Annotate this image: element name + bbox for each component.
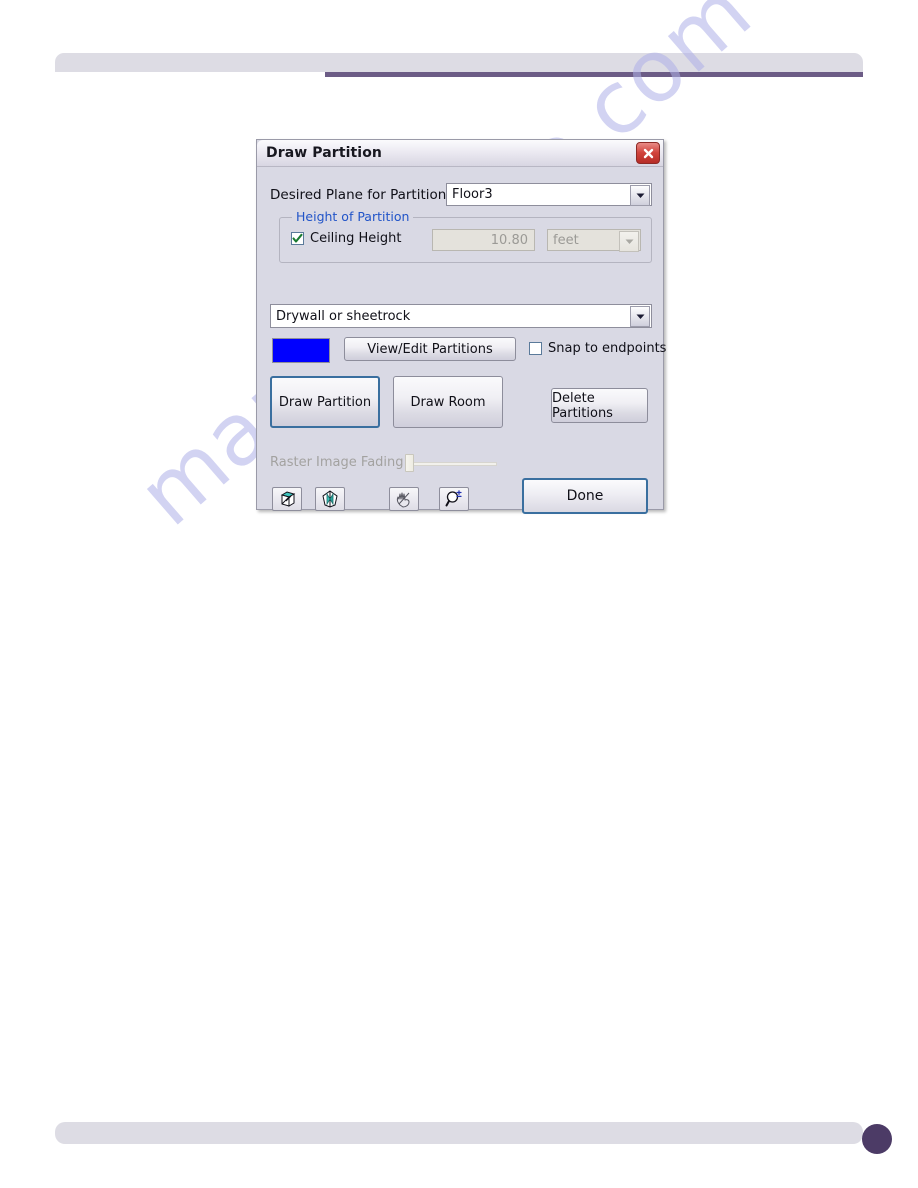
draw-partition-label: Draw Partition (278, 394, 372, 410)
pan-hand-icon (396, 492, 410, 508)
check-mark-icon (292, 233, 303, 243)
draw-partition-button[interactable]: Draw Partition (270, 376, 380, 428)
delete-partitions-button[interactable]: Delete Partitions (551, 388, 648, 423)
ceiling-height-label: Ceiling Height (310, 231, 402, 246)
view-3d-isometric-button[interactable] (272, 487, 302, 511)
dialog-body: Desired Plane for Partitions: Floor3 Hei… (257, 167, 666, 514)
desired-plane-label: Desired Plane for Partitions: (270, 187, 458, 203)
draw-partition-dialog: Draw Partition Desired Plane for Partiti… (256, 139, 666, 514)
dialog-title: Draw Partition (266, 145, 382, 161)
height-unit-select: feet (547, 229, 641, 252)
height-of-partition-legend: Height of Partition (292, 209, 414, 224)
page-number-badge (862, 1124, 892, 1154)
slider-track (409, 462, 497, 466)
view-3d-wireframe-icon (322, 490, 338, 508)
done-label: Done (566, 488, 604, 504)
desired-plane-value: Floor3 (452, 187, 493, 202)
ceiling-height-value-input: 10.80 (432, 229, 535, 251)
draw-room-button[interactable]: Draw Room (393, 376, 503, 428)
zoom-magnifier-icon (445, 490, 462, 507)
snap-to-endpoints-checkbox[interactable] (529, 342, 542, 355)
material-select[interactable]: Drywall or sheetrock (270, 304, 652, 328)
chevron-down-icon (636, 314, 644, 319)
ceiling-height-value: 10.80 (490, 232, 528, 248)
view-edit-partitions-button[interactable]: View/Edit Partitions (344, 337, 516, 361)
partition-color-swatch[interactable] (272, 338, 330, 363)
dialog-titlebar[interactable]: Draw Partition (257, 140, 663, 167)
view-edit-partitions-label: View/Edit Partitions (367, 341, 493, 357)
height-of-partition-group: Height of Partition Ceiling Height 10.80… (279, 209, 652, 263)
view-3d-wireframe-button[interactable] (315, 487, 345, 511)
zoom-button[interactable] (439, 487, 469, 511)
height-unit-dropdown-button (619, 231, 639, 252)
done-button[interactable]: Done (522, 478, 648, 514)
page-footer-bar (55, 1122, 863, 1144)
material-value: Drywall or sheetrock (276, 308, 411, 324)
view-3d-isometric-icon (280, 491, 296, 507)
height-unit-value: feet (553, 232, 579, 248)
snap-to-endpoints-row[interactable]: Snap to endpoints (529, 341, 666, 356)
delete-partitions-label: Delete Partitions (552, 390, 613, 421)
raster-image-fading-slider (405, 453, 497, 473)
slider-thumb (405, 454, 414, 472)
ceiling-height-checkbox-row[interactable]: Ceiling Height (291, 231, 402, 246)
chevron-down-icon (636, 193, 644, 198)
close-button[interactable] (636, 142, 660, 164)
chevron-down-icon (625, 239, 633, 244)
ceiling-height-checkbox[interactable] (291, 232, 304, 245)
raster-image-fading-label: Raster Image Fading: (270, 455, 408, 470)
material-dropdown-button[interactable] (630, 306, 650, 327)
page-header-accent-rule (325, 72, 863, 77)
desired-plane-row: Desired Plane for Partitions: Floor3 (270, 183, 652, 207)
page-header-bar (55, 53, 863, 72)
desired-plane-dropdown-button[interactable] (630, 185, 650, 206)
desired-plane-select[interactable]: Floor3 (446, 183, 652, 206)
snap-to-endpoints-label: Snap to endpoints (548, 341, 667, 356)
draw-room-label: Draw Room (410, 394, 486, 410)
pan-button[interactable] (389, 487, 419, 511)
close-x-icon (643, 148, 653, 158)
